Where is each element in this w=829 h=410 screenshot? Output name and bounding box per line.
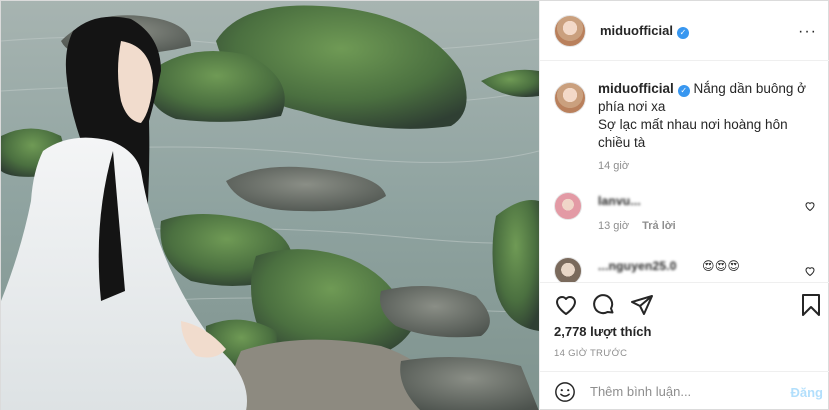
author-avatar[interactable] xyxy=(554,14,586,47)
bookmark-button[interactable] xyxy=(799,293,823,317)
action-icons xyxy=(554,293,654,317)
caption-avatar[interactable] xyxy=(554,82,586,114)
post-actions: 2,778 lượt thích 14 GIỜ TRƯỚC xyxy=(540,282,829,377)
caption-username[interactable]: miduofficial xyxy=(598,81,674,96)
like-count[interactable]: 2,778 lượt thích xyxy=(554,324,651,339)
comment-meta: 13 giờ Trả lời xyxy=(598,220,686,232)
post-photo[interactable] xyxy=(1,1,539,410)
author-username[interactable]: miduofficial ✓ xyxy=(600,23,689,39)
post-side-panel: miduofficial ✓ ··· miduofficial ✓ Nắng dần… xyxy=(539,1,829,410)
comment-username[interactable]: ...nguyen25.0 xyxy=(598,259,677,273)
comment-like-heart-icon[interactable] xyxy=(804,265,816,277)
comment-text: 😍😍😍 xyxy=(702,259,741,273)
caption-line-2: Sợ lạc mất nhau nơi hoàng hôn chiều tà xyxy=(598,117,788,150)
verified-badge-icon: ✓ xyxy=(677,85,690,97)
add-comment-bar: Đăng xyxy=(540,371,829,410)
photo-illustration xyxy=(1,1,539,410)
comments-section: miduofficial ✓ Nắng dần buông ở phía nơi … xyxy=(540,62,829,282)
post-timestamp[interactable]: 14 GIỜ TRƯỚC xyxy=(554,348,627,359)
comment-input[interactable] xyxy=(590,384,780,399)
more-options-icon[interactable]: ··· xyxy=(798,23,817,41)
bookmark-icon[interactable] xyxy=(799,293,823,317)
post-header: miduofficial ✓ ··· xyxy=(540,1,829,61)
heart-icon[interactable] xyxy=(554,293,578,317)
emoji-icon[interactable] xyxy=(554,381,576,403)
instagram-post: miduofficial ✓ ··· miduofficial ✓ Nắng dần… xyxy=(0,0,829,410)
commenter-avatar[interactable] xyxy=(554,192,582,220)
commenter-avatar[interactable] xyxy=(554,257,582,282)
comment-username[interactable]: lanvu... xyxy=(598,194,641,208)
caption-text: miduofficial ✓ Nắng dần buông ở phía nơi … xyxy=(598,80,820,152)
share-icon[interactable] xyxy=(630,293,654,317)
reply-button[interactable]: Trả lời xyxy=(642,220,676,232)
comment-time[interactable]: 13 giờ xyxy=(598,220,629,232)
comment-icon[interactable] xyxy=(592,293,616,317)
caption-time[interactable]: 14 giờ xyxy=(598,160,629,172)
post-comment-button[interactable]: Đăng xyxy=(791,385,824,400)
comment-like-heart-icon[interactable] xyxy=(804,200,816,212)
verified-badge-icon: ✓ xyxy=(676,26,689,39)
